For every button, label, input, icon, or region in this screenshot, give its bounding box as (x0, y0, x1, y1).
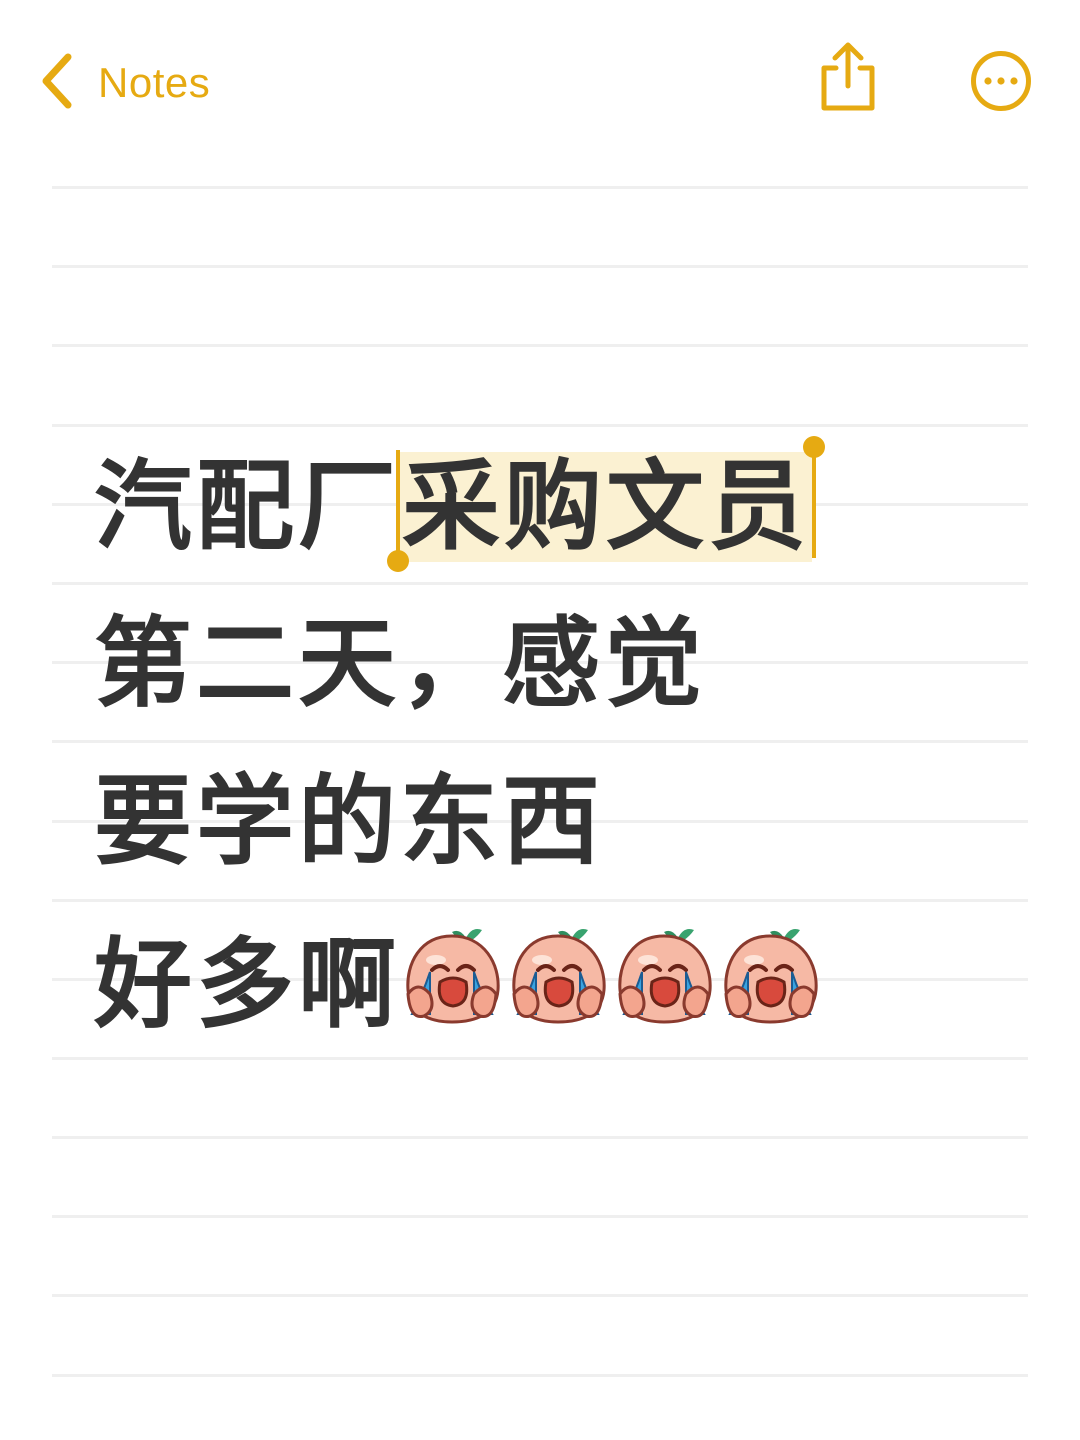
selection-end-handle[interactable] (803, 436, 826, 558)
ruled-line (52, 424, 1028, 427)
selection-start-handle[interactable] (387, 450, 410, 572)
note-line-3[interactable]: 要学的东西 (94, 767, 604, 897)
ruled-line (52, 1215, 1028, 1218)
note-text: 汽配厂 (94, 450, 401, 564)
ruled-line (52, 1136, 1028, 1139)
chevron-left-icon (38, 52, 74, 114)
note-line-4[interactable]: 好多啊 (94, 924, 824, 1054)
nav-bar: Notes (0, 0, 1080, 170)
note-text: 第二天，感觉 (94, 607, 707, 721)
more-button[interactable] (970, 50, 1032, 112)
ruled-line (52, 1057, 1028, 1060)
note-text: 要学的东西 (94, 765, 605, 879)
crying-face-emoji (512, 929, 606, 1024)
back-label: Notes (98, 59, 211, 106)
crying-face-emoji (724, 929, 818, 1024)
ruled-line (52, 582, 1028, 585)
note-text: 好多啊 (94, 928, 401, 1042)
share-button[interactable] (818, 40, 878, 112)
ruled-line (52, 1294, 1028, 1297)
ruled-line (52, 740, 1028, 743)
ruled-line (52, 899, 1028, 902)
ruled-line (52, 265, 1028, 268)
back-button[interactable]: Notes (38, 52, 210, 114)
ruled-line (52, 344, 1028, 347)
note-line-2[interactable]: 第二天，感觉 (94, 609, 706, 739)
crying-face-emoji (618, 929, 712, 1024)
emoji-row (400, 928, 824, 1042)
crying-face-emoji (406, 929, 500, 1024)
note-line-1[interactable]: 汽配厂 采购文员 (94, 436, 826, 582)
ruled-line (52, 1374, 1028, 1377)
ruled-line (52, 186, 1028, 189)
selected-text: 采购文员 (402, 450, 811, 564)
text-selection[interactable]: 采购文员 (387, 436, 826, 572)
share-icon (821, 42, 875, 111)
ellipsis-circle-icon (971, 51, 1031, 111)
